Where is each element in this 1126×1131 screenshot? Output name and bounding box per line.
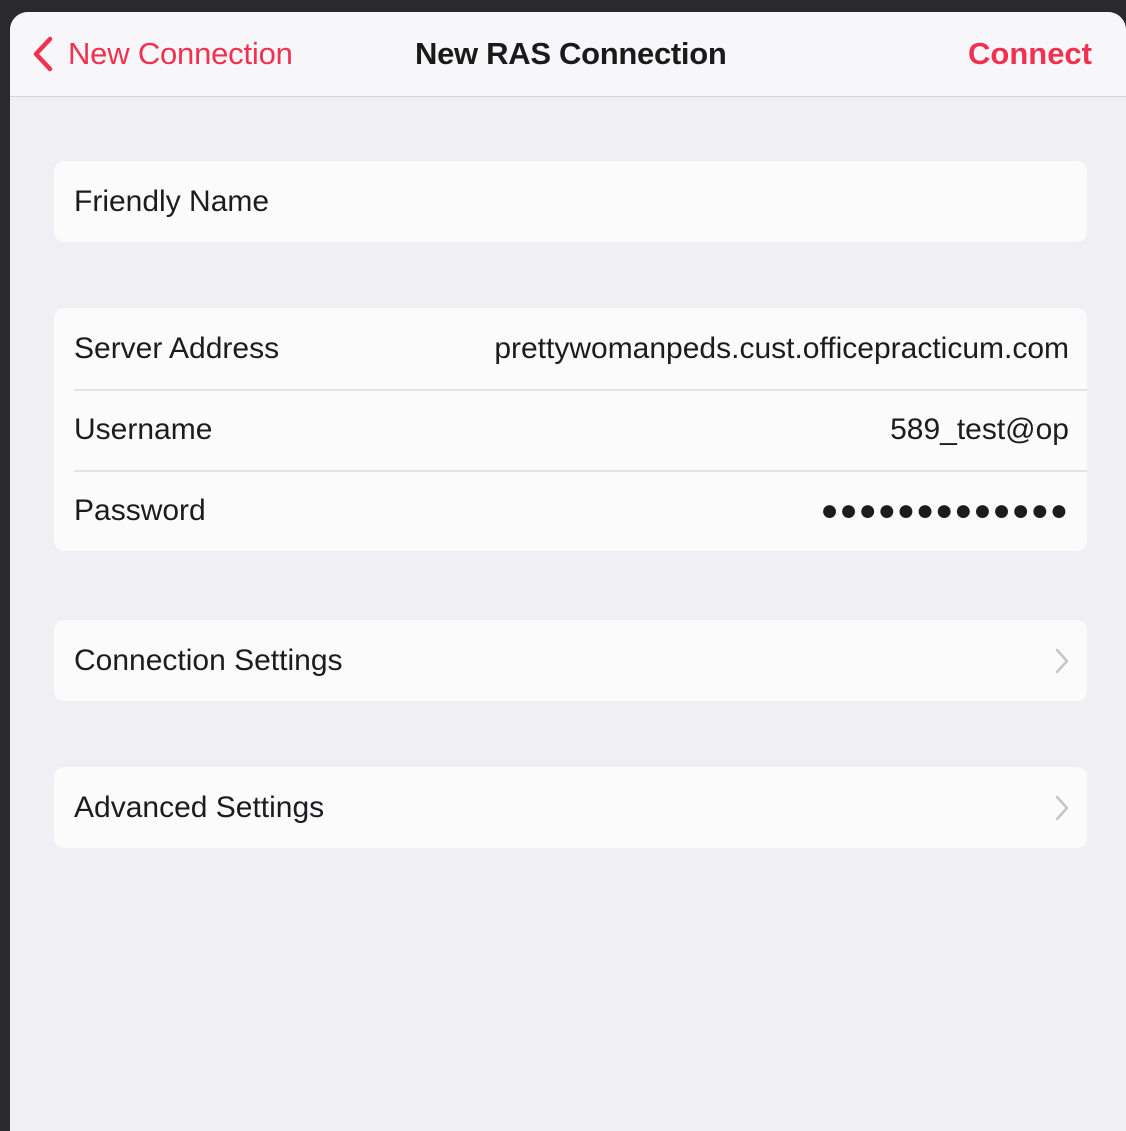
- password-label: Password: [74, 493, 206, 527]
- navigation-bar: New Connection New RAS Connection Connec…: [10, 12, 1126, 97]
- chevron-left-icon: [33, 36, 53, 72]
- connection-settings-row[interactable]: Connection Settings: [54, 620, 1087, 701]
- username-value[interactable]: 589_test@op: [212, 413, 1069, 447]
- back-button-label: New Connection: [68, 36, 293, 71]
- connect-button[interactable]: Connect: [968, 34, 1092, 74]
- advanced-settings-label: Advanced Settings: [74, 790, 325, 824]
- page-title: New RAS Connection: [415, 36, 727, 71]
- server-address-label: Server Address: [74, 331, 280, 365]
- friendly-name-field[interactable]: Friendly Name: [54, 161, 1087, 242]
- server-address-value[interactable]: prettywomanpeds.cust.officepracticum.com: [279, 332, 1069, 366]
- connection-sheet: New Connection New RAS Connection Connec…: [10, 12, 1126, 1131]
- back-button[interactable]: New Connection: [32, 34, 293, 74]
- server-address-field[interactable]: Server Address prettywomanpeds.cust.offi…: [54, 308, 1087, 389]
- friendly-name-group: Friendly Name: [54, 161, 1087, 242]
- chevron-right-icon: [1055, 648, 1069, 673]
- username-label: Username: [74, 412, 213, 446]
- username-field[interactable]: Username 589_test@op: [54, 389, 1087, 470]
- password-value[interactable]: ●●●●●●●●●●●●●: [206, 494, 1069, 528]
- connection-settings-label: Connection Settings: [74, 643, 343, 677]
- server-credentials-group: Server Address prettywomanpeds.cust.offi…: [54, 308, 1087, 551]
- password-field[interactable]: Password ●●●●●●●●●●●●●: [54, 470, 1087, 551]
- advanced-settings-group: Advanced Settings: [54, 767, 1087, 848]
- chevron-right-icon: [1055, 795, 1069, 820]
- connection-settings-group: Connection Settings: [54, 620, 1087, 701]
- advanced-settings-row[interactable]: Advanced Settings: [54, 767, 1087, 848]
- friendly-name-label: Friendly Name: [74, 184, 270, 218]
